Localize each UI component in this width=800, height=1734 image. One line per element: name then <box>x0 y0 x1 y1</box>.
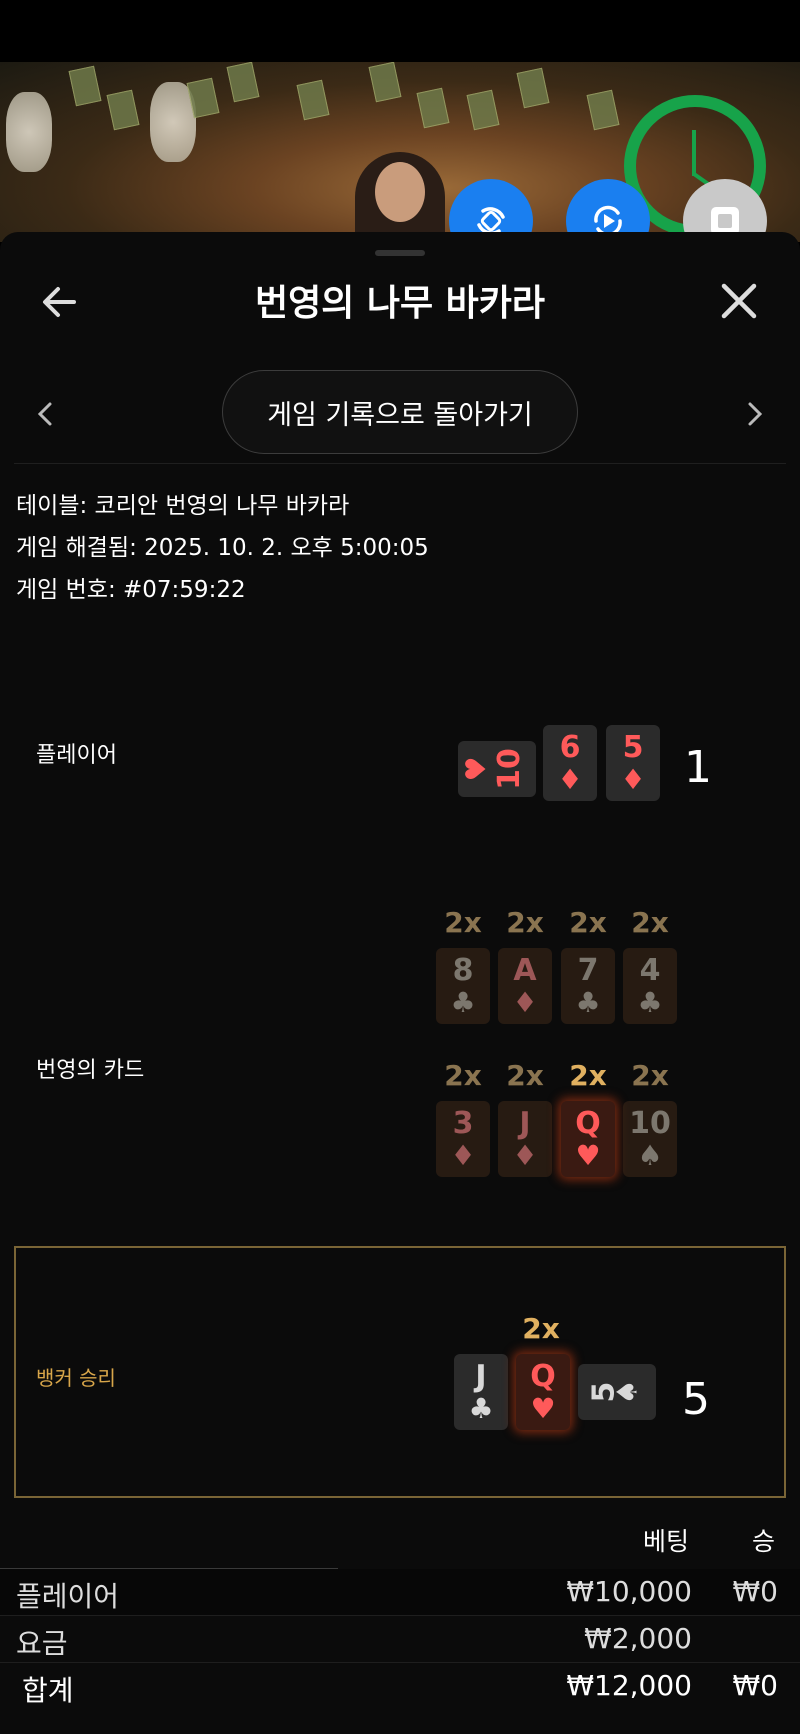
card-rank: 4 <box>639 953 661 988</box>
player-score: 1 <box>684 742 712 793</box>
prev-game-button[interactable] <box>30 394 60 434</box>
table-row-total: 합계 ₩12,000 ₩0 <box>0 1663 800 1709</box>
status-bar <box>0 0 800 62</box>
sheet-handle[interactable] <box>375 250 425 256</box>
player-card: 5 ♦ <box>606 725 660 801</box>
multiplier: 2x <box>569 906 607 939</box>
banker-win-label: 뱅커 승리 <box>36 1366 116 1390</box>
card-decoration <box>516 67 550 109</box>
banker-card-highlighted: Q ♥ <box>516 1354 570 1430</box>
prosperity-card: J ♦ <box>498 1101 552 1177</box>
row-win: ₩0 <box>732 1669 779 1702</box>
card-decoration <box>226 62 260 103</box>
table-row: 플레이어 ₩10,000 ₩0 <box>0 1569 800 1615</box>
row-label: 플레이어 <box>16 1580 120 1613</box>
row-bet: ₩10,000 <box>566 1575 692 1608</box>
player-label: 플레이어 <box>36 743 117 768</box>
card-suit: ♠ <box>637 1139 663 1172</box>
player-card: ♥ 10 <box>458 741 536 797</box>
card-suit: ♥ <box>530 1392 556 1425</box>
divider <box>14 463 786 464</box>
card-decoration <box>106 89 140 131</box>
card-rank: 5 <box>622 730 644 765</box>
card-decoration <box>416 87 450 129</box>
card-rank: Q <box>575 1106 601 1141</box>
card-suit: ♦ <box>620 763 646 796</box>
card-rank: 8 <box>452 953 474 988</box>
multiplier: 2x <box>522 1312 560 1345</box>
banker-card: J ♣ <box>454 1354 508 1430</box>
prosperity-card: 8 ♣ <box>436 948 490 1024</box>
column-header-win: 승 <box>752 1527 776 1556</box>
multiplier: 2x <box>444 906 482 939</box>
row-bet: ₩12,000 <box>566 1669 692 1702</box>
card-rank: 10 <box>629 1106 671 1141</box>
row-bet: ₩2,000 <box>584 1622 692 1655</box>
multiplier: 2x <box>444 1059 482 1092</box>
card-rank: 7 <box>577 953 599 988</box>
game-detail-sheet: 번영의 나무 바카라 게임 기록으로 돌아가기 테이블: 코리안 번영의 나무 … <box>0 232 800 1734</box>
player-card: 6 ♦ <box>543 725 597 801</box>
chevron-right-icon <box>748 402 763 426</box>
prosperity-card: 10 ♠ <box>623 1101 677 1177</box>
multiplier: 2x <box>631 1059 669 1092</box>
card-rank: J <box>475 1359 487 1394</box>
card-decoration <box>586 89 620 131</box>
card-suit: ♣ <box>450 986 476 1019</box>
row-label: 요금 <box>16 1627 68 1660</box>
card-suit: ♦ <box>450 1139 476 1172</box>
timer-hand <box>692 130 696 176</box>
card-suit: ♦ <box>512 1139 538 1172</box>
card-decoration <box>466 89 500 131</box>
table-row: 요금 ₩2,000 <box>0 1616 800 1662</box>
card-suit: ♦ <box>512 986 538 1019</box>
card-suit: ♣ <box>468 1392 494 1425</box>
card-rank: 3 <box>452 1106 474 1141</box>
card-rank: J <box>519 1106 531 1141</box>
row-win: ₩0 <box>732 1575 779 1608</box>
multiplier: 2x <box>506 906 544 939</box>
next-game-button[interactable] <box>740 394 770 434</box>
banker-win-box <box>14 1246 786 1498</box>
card-rank: Q <box>530 1359 556 1394</box>
card-suit: ♦ <box>557 763 583 796</box>
dealer-face <box>375 162 425 222</box>
banker-card: 5 ♠ <box>578 1364 656 1420</box>
back-to-history-button[interactable]: 게임 기록으로 돌아가기 <box>222 370 578 454</box>
page-title: 번영의 나무 바카라 <box>254 283 546 324</box>
card-suit: ♠ <box>610 1379 644 1405</box>
column-header-bet: 베팅 <box>643 1527 690 1556</box>
card-rank: 10 <box>491 748 527 790</box>
card-decoration <box>68 65 102 107</box>
table-info: 테이블: 코리안 번영의 나무 바카라 <box>16 493 350 519</box>
game-number: 게임 번호: #07:59:22 <box>16 577 246 603</box>
prosperity-card: 7 ♣ <box>561 948 615 1024</box>
multiplier: 2x <box>569 1059 607 1092</box>
resolved-time: 게임 해결됨: 2025. 10. 2. 오후 5:00:05 <box>16 535 429 561</box>
prosperity-card: 4 ♣ <box>623 948 677 1024</box>
chevron-left-icon <box>37 402 52 426</box>
close-icon <box>721 283 757 319</box>
card-rank: A <box>513 953 537 988</box>
prosperity-label: 번영의 카드 <box>36 1058 145 1083</box>
card-suit: ♣ <box>575 986 601 1019</box>
prosperity-card-highlighted: Q ♥ <box>561 1101 615 1177</box>
lantern-decoration <box>6 92 52 172</box>
banker-score: 5 <box>682 1374 710 1425</box>
card-suit: ♥ <box>575 1139 601 1172</box>
card-suit: ♣ <box>637 986 663 1019</box>
row-label: 합계 <box>22 1674 74 1707</box>
card-rank: 6 <box>559 730 581 765</box>
multiplier: 2x <box>631 906 669 939</box>
card-suit: ♥ <box>459 756 493 782</box>
close-button[interactable] <box>716 278 762 324</box>
card-decoration <box>368 62 402 103</box>
prosperity-card: A ♦ <box>498 948 552 1024</box>
multiplier: 2x <box>506 1059 544 1092</box>
card-decoration <box>296 79 330 121</box>
prosperity-card: 3 ♦ <box>436 1101 490 1177</box>
